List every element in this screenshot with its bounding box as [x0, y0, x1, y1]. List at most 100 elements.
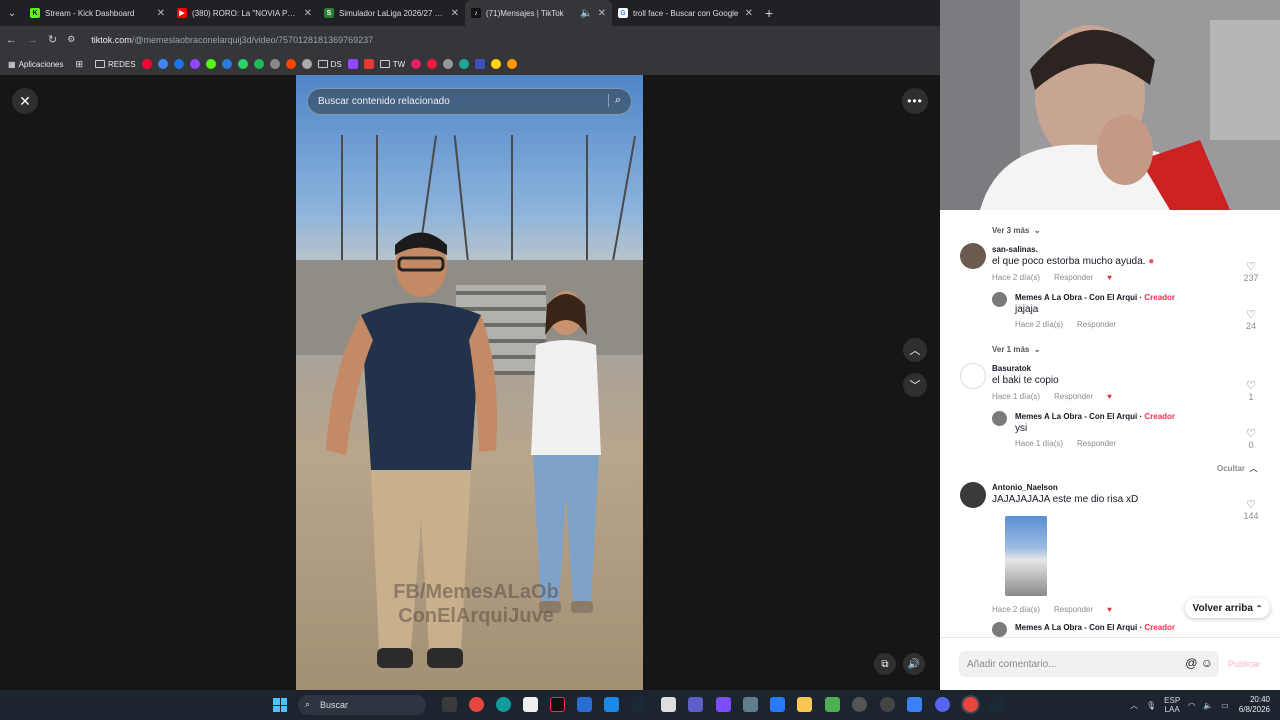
reply-button[interactable]: Responder: [1054, 392, 1093, 401]
reddit-bookmark-icon[interactable]: [285, 59, 296, 69]
app-taskbar-icon[interactable]: [688, 697, 703, 712]
discord-taskbar-icon[interactable]: [935, 697, 950, 712]
comment-username[interactable]: Basuratok: [992, 364, 1112, 373]
reply-button[interactable]: Responder: [1077, 320, 1116, 329]
comment-username[interactable]: san-salinas.: [992, 245, 1154, 254]
bookmark-icon[interactable]: [363, 59, 374, 69]
tab-youtube[interactable]: ▶ (380) RORO: La "NOVIA PERFECTA" ✕: [171, 0, 318, 26]
new-tab-icon[interactable]: +: [765, 5, 773, 21]
close-tab-icon[interactable]: ✕: [451, 8, 459, 19]
avatar[interactable]: [960, 482, 986, 508]
forward-icon[interactable]: →: [27, 34, 38, 46]
file-explorer-icon[interactable]: [797, 697, 812, 712]
grid-icon[interactable]: ⊞: [75, 59, 83, 70]
bookmark-icon[interactable]: [427, 59, 438, 69]
chevron-down-icon[interactable]: ﹀: [903, 373, 927, 397]
close-tab-icon[interactable]: ✕: [157, 8, 165, 19]
edge-taskbar-icon[interactable]: [496, 697, 511, 712]
app-taskbar-icon[interactable]: [907, 697, 922, 712]
reply-button[interactable]: Responder: [1054, 273, 1093, 282]
avatar[interactable]: [992, 292, 1007, 307]
back-to-top-button[interactable]: Volver arriba ⌃: [1185, 598, 1270, 618]
publish-button[interactable]: Publicar: [1228, 659, 1261, 669]
tab-kick[interactable]: K Stream - Kick Dashboard ✕: [24, 0, 171, 26]
site-info-icon[interactable]: ⚙: [67, 34, 75, 45]
video-player[interactable]: Buscar contenido relacionado ⌕ FB/MemesA…: [296, 75, 643, 690]
app-taskbar-icon[interactable]: [661, 697, 676, 712]
hide-replies[interactable]: Ocultar ︿: [1217, 458, 1257, 476]
avatar[interactable]: [960, 363, 986, 389]
steam-taskbar-icon[interactable]: [631, 697, 646, 712]
reply-button[interactable]: Responder: [1054, 605, 1093, 614]
comment-image[interactable]: [1005, 516, 1047, 596]
reply-username-text[interactable]: Memes A La Obra - Con El Arqui: [1015, 623, 1137, 632]
close-tab-icon[interactable]: ✕: [598, 8, 606, 19]
mention-icon[interactable]: @: [1185, 656, 1197, 670]
language-indicator[interactable]: ESP LAA: [1164, 696, 1180, 714]
like-button[interactable]: ♡ 0: [1240, 427, 1262, 450]
calculator-taskbar-icon[interactable]: [743, 697, 758, 712]
comment-input[interactable]: Añadir comentario... @ ☺: [959, 651, 1219, 677]
avatar[interactable]: [960, 243, 986, 269]
like-button[interactable]: ♡ 24: [1240, 308, 1262, 331]
minecraft-taskbar-icon[interactable]: [825, 697, 840, 712]
tab-search-icon[interactable]: ⌄: [0, 0, 24, 26]
translate-bookmark-icon[interactable]: [173, 59, 184, 69]
tab-google[interactable]: G troll face - Buscar con Google ✕: [612, 0, 759, 26]
openai-bookmark-icon[interactable]: [443, 59, 454, 69]
microphone-icon[interactable]: 🎙: [1146, 701, 1156, 710]
bookmark-icon[interactable]: [491, 59, 502, 69]
view-more-replies[interactable]: Ver 1 más ⌄: [992, 339, 1041, 357]
url-field[interactable]: tiktok.com/@memeslaobraconelarquij3d/vid…: [91, 35, 373, 45]
like-button[interactable]: ♡ 144: [1240, 498, 1262, 521]
steam-taskbar-icon[interactable]: [990, 697, 1005, 712]
avatar[interactable]: [992, 622, 1007, 637]
search-icon[interactable]: ⌕: [607, 94, 621, 107]
reply-username-text[interactable]: Memes A La Obra - Con El Arqui: [1015, 293, 1137, 302]
back-icon[interactable]: ←: [6, 34, 17, 46]
emoji-icon[interactable]: ☺: [1201, 656, 1213, 670]
close-icon[interactable]: ✕: [12, 88, 38, 114]
wifi-icon[interactable]: ◠: [1188, 701, 1195, 710]
app-taskbar-icon[interactable]: [716, 697, 731, 712]
app-taskbar-icon[interactable]: [577, 697, 592, 712]
close-tab-icon[interactable]: ✕: [304, 8, 312, 19]
capcut-taskbar-icon[interactable]: [523, 697, 538, 712]
folder-redes[interactable]: REDES: [95, 60, 136, 69]
windows-start-icon[interactable]: [273, 698, 287, 712]
taskbar-search[interactable]: ⌕ Buscar: [298, 695, 426, 715]
app-taskbar-icon[interactable]: [604, 697, 619, 712]
whatsapp-bookmark-icon[interactable]: [237, 59, 248, 69]
chevron-up-icon[interactable]: ︿: [903, 338, 927, 362]
kick-bookmark-icon[interactable]: [205, 59, 216, 69]
apps-bookmark[interactable]: ▦ Aplicaciones: [8, 60, 63, 69]
tab-tiktok[interactable]: ♪ (71)Mensajes | TikTok 🔈 ✕: [465, 0, 612, 26]
tiktok-taskbar-icon[interactable]: [550, 697, 565, 712]
reply-button[interactable]: Responder: [1077, 439, 1116, 448]
youtube-bookmark-icon[interactable]: [141, 59, 152, 69]
chrome-taskbar-icon[interactable]: [469, 697, 484, 712]
bookmark-icon[interactable]: [459, 59, 470, 69]
tab-laliga[interactable]: S Simulador LaLiga 2026/27 Online ✕: [318, 0, 465, 26]
chrome-bookmark-icon[interactable]: [157, 59, 168, 69]
notepad-taskbar-icon[interactable]: [770, 697, 785, 712]
comment-username[interactable]: Antonio_Naelson: [992, 483, 1138, 492]
app-taskbar-icon[interactable]: [852, 697, 867, 712]
chrome-active-taskbar-icon[interactable]: [963, 697, 978, 712]
like-button[interactable]: ♡ 237: [1240, 260, 1262, 283]
avatar[interactable]: [992, 411, 1007, 426]
more-options-icon[interactable]: •••: [902, 88, 928, 114]
spotify-bookmark-icon[interactable]: [253, 59, 264, 69]
volume-icon[interactable]: 🔊: [903, 653, 925, 675]
folder-tw[interactable]: TW: [379, 60, 405, 69]
speaker-icon[interactable]: 🔈: [580, 8, 592, 19]
bookmark-icon[interactable]: [301, 59, 312, 69]
twitch-bookmark-icon[interactable]: [189, 59, 200, 69]
folder-ds[interactable]: DS: [317, 60, 342, 69]
twitch-bookmark-icon[interactable]: [347, 59, 358, 69]
bookmark-icon[interactable]: [475, 59, 486, 69]
bookmark-icon[interactable]: [269, 59, 280, 69]
task-view-icon[interactable]: [442, 697, 457, 712]
app-taskbar-icon[interactable]: [880, 697, 895, 712]
bookmark-icon[interactable]: [411, 59, 422, 69]
